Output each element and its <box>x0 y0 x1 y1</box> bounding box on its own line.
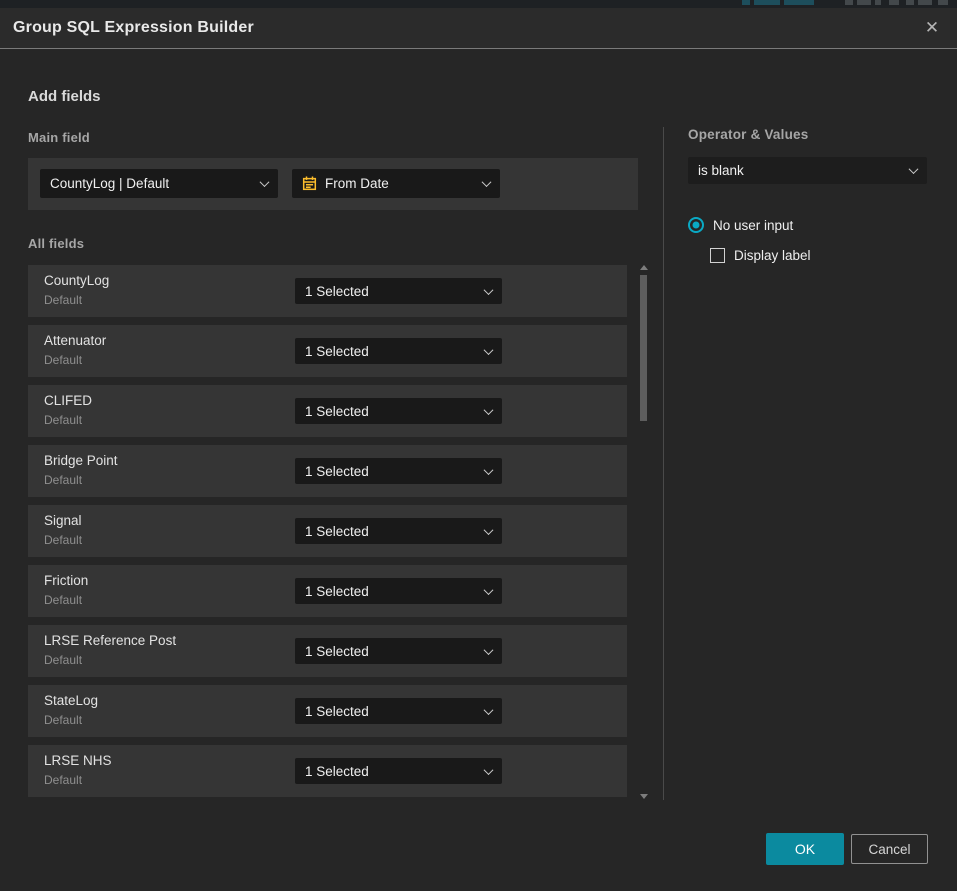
field-selection-select[interactable]: 1 Selected <box>295 458 502 484</box>
field-selection-select[interactable]: 1 Selected <box>295 698 502 724</box>
field-selection-select[interactable]: 1 Selected <box>295 278 502 304</box>
app-strip-fragment <box>875 0 881 5</box>
chevron-down-icon <box>484 585 494 595</box>
field-row: CountyLog Default 1 Selected <box>28 265 627 317</box>
field-name: LRSE Reference Post <box>44 633 176 648</box>
field-row: LRSE Reference Post Default 1 Selected <box>28 625 627 677</box>
dialog-title: Group SQL Expression Builder <box>0 19 254 37</box>
field-name: Friction <box>44 573 88 588</box>
layer-select[interactable]: CountyLog | Default <box>40 169 278 198</box>
field-sublabel: Default <box>44 773 82 787</box>
field-selection-value: 1 Selected <box>305 404 477 419</box>
display-label-text: Display label <box>734 248 811 263</box>
main-field-label: Main field <box>28 130 90 145</box>
field-selection-select[interactable]: 1 Selected <box>295 758 502 784</box>
field-row: Bridge Point Default 1 Selected <box>28 445 627 497</box>
field-sublabel: Default <box>44 653 82 667</box>
app-strip-fragment <box>845 0 853 5</box>
field-sublabel: Default <box>44 293 82 307</box>
operator-values-label: Operator & Values <box>688 127 927 142</box>
add-fields-heading: Add fields <box>28 88 101 105</box>
field-selection-value: 1 Selected <box>305 344 477 359</box>
field-name: Attenuator <box>44 333 106 348</box>
calendar-icon <box>302 176 317 191</box>
no-user-input-label: No user input <box>713 218 793 233</box>
chevron-down-icon <box>484 465 494 475</box>
field-row: Signal Default 1 Selected <box>28 505 627 557</box>
main-field-select-value: From Date <box>325 176 475 191</box>
field-sublabel: Default <box>44 353 82 367</box>
app-strip-fragment <box>754 0 780 5</box>
field-name: CLIFED <box>44 393 92 408</box>
chevron-down-icon <box>260 177 270 187</box>
field-selection-value: 1 Selected <box>305 704 477 719</box>
scroll-up-icon[interactable] <box>640 265 648 270</box>
field-selection-value: 1 Selected <box>305 764 477 779</box>
field-row: Friction Default 1 Selected <box>28 565 627 617</box>
app-strip-fragment <box>906 0 914 5</box>
checkbox-unchecked-icon[interactable] <box>710 248 725 263</box>
field-sublabel: Default <box>44 593 82 607</box>
field-selection-select[interactable]: 1 Selected <box>295 638 502 664</box>
field-name: LRSE NHS <box>44 753 112 768</box>
field-name: Signal <box>44 513 82 528</box>
field-row: Attenuator Default 1 Selected <box>28 325 627 377</box>
field-selection-select[interactable]: 1 Selected <box>295 398 502 424</box>
field-selection-select[interactable]: 1 Selected <box>295 338 502 364</box>
chevron-down-icon <box>482 177 492 187</box>
chevron-down-icon <box>484 645 494 655</box>
dialog-titlebar: Group SQL Expression Builder ✕ <box>0 8 957 49</box>
field-name: CountyLog <box>44 273 109 288</box>
field-name: StateLog <box>44 693 98 708</box>
field-selection-select[interactable]: 1 Selected <box>295 518 502 544</box>
field-row: LRSE NHS Default 1 Selected <box>28 745 627 797</box>
chevron-down-icon <box>484 765 494 775</box>
fields-scrollbar[interactable] <box>639 262 649 802</box>
chevron-down-icon <box>484 405 494 415</box>
operator-select[interactable]: is blank <box>688 157 927 184</box>
field-sublabel: Default <box>44 413 82 427</box>
all-fields-label: All fields <box>28 236 84 251</box>
field-sublabel: Default <box>44 533 82 547</box>
main-field-panel: CountyLog | Default From Date <box>28 158 638 210</box>
field-name: Bridge Point <box>44 453 118 468</box>
app-strip-fragment <box>742 0 750 5</box>
display-label-option[interactable]: Display label <box>710 248 811 263</box>
operator-values-panel: Operator & Values is blank No user input… <box>688 127 927 142</box>
field-selection-value: 1 Selected <box>305 644 477 659</box>
expression-builder-dialog: Group SQL Expression Builder ✕ Add field… <box>0 0 957 891</box>
close-icon[interactable]: ✕ <box>915 11 949 45</box>
background-app-strip <box>0 0 957 8</box>
chevron-down-icon <box>484 285 494 295</box>
app-strip-fragment <box>918 0 932 5</box>
scroll-down-icon[interactable] <box>640 794 648 799</box>
field-selection-value: 1 Selected <box>305 284 477 299</box>
chevron-down-icon <box>909 164 919 174</box>
chevron-down-icon <box>484 705 494 715</box>
panel-divider <box>663 127 664 800</box>
app-strip-fragment <box>784 0 814 5</box>
all-fields-list: CountyLog Default 1 Selected Attenuator … <box>28 265 627 805</box>
field-selection-select[interactable]: 1 Selected <box>295 578 502 604</box>
cancel-button[interactable]: Cancel <box>851 834 928 864</box>
chevron-down-icon <box>484 345 494 355</box>
layer-select-value: CountyLog | Default <box>50 176 253 191</box>
field-row: StateLog Default 1 Selected <box>28 685 627 737</box>
field-selection-value: 1 Selected <box>305 524 477 539</box>
field-selection-value: 1 Selected <box>305 584 477 599</box>
radio-selected-icon[interactable] <box>688 217 704 233</box>
field-selection-value: 1 Selected <box>305 464 477 479</box>
app-strip-fragment <box>857 0 871 5</box>
operator-select-value: is blank <box>698 163 902 178</box>
app-strip-fragment <box>938 0 948 5</box>
no-user-input-option[interactable]: No user input <box>688 217 793 233</box>
field-row: CLIFED Default 1 Selected <box>28 385 627 437</box>
field-sublabel: Default <box>44 713 82 727</box>
ok-button[interactable]: OK <box>766 833 844 865</box>
chevron-down-icon <box>484 525 494 535</box>
field-sublabel: Default <box>44 473 82 487</box>
app-strip-fragment <box>889 0 899 5</box>
scrollbar-thumb[interactable] <box>640 275 647 421</box>
main-field-select[interactable]: From Date <box>292 169 500 198</box>
